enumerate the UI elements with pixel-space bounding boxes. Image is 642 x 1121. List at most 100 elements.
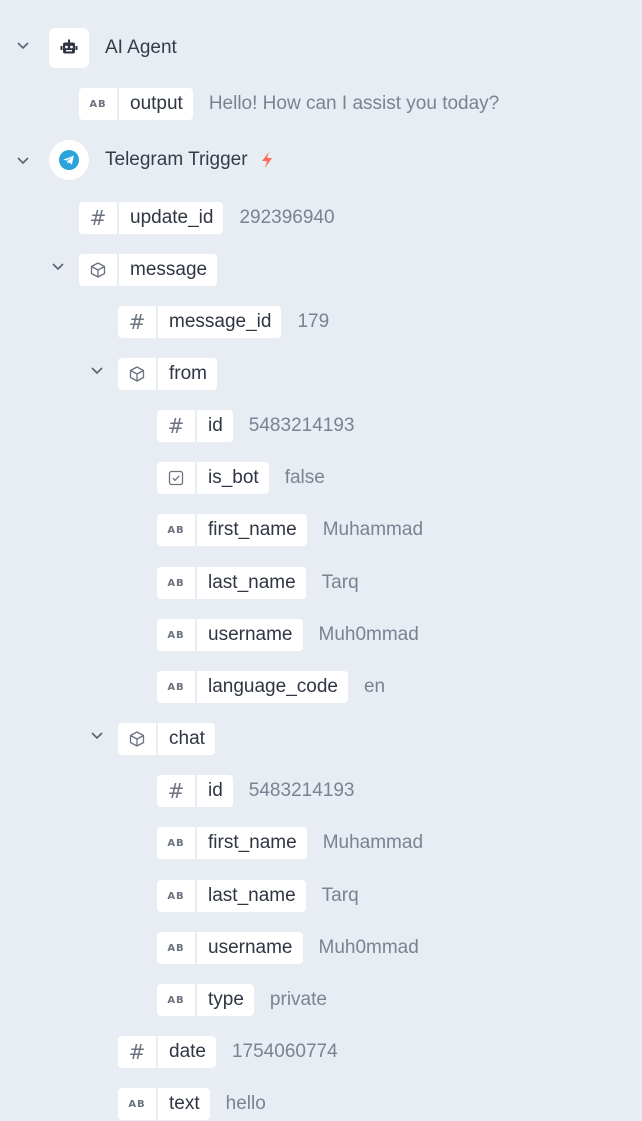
field-pill[interactable]: AB text (118, 1088, 210, 1120)
field-row: # update_id 292396940 (79, 201, 335, 235)
string-type-icon: AB (118, 1088, 158, 1120)
field-pill[interactable]: # id (157, 775, 233, 807)
number-type-icon: # (157, 775, 197, 807)
string-type-icon: AB (157, 671, 197, 703)
field-pill[interactable]: AB output (79, 88, 193, 120)
field-row: AB language_code en (157, 670, 385, 704)
field-pill[interactable]: # date (118, 1036, 216, 1068)
node-telegram-trigger[interactable]: Telegram Trigger (49, 140, 274, 180)
field-row: from (118, 357, 217, 391)
string-type-icon: AB (157, 619, 197, 651)
field-name: update_id (130, 207, 214, 228)
field-row: chat (118, 722, 215, 756)
chevron-down-icon[interactable] (88, 726, 106, 744)
cube-icon (118, 358, 158, 390)
field-name: chat (169, 728, 205, 749)
field-value: 5483214193 (248, 415, 355, 436)
field-name: last_name (208, 885, 296, 906)
field-value: private (269, 989, 327, 1010)
field-value: en (363, 676, 386, 697)
field-name: first_name (208, 832, 297, 853)
string-type-icon: AB (157, 932, 197, 964)
field-pill[interactable]: AB first_name (157, 827, 307, 859)
field-row: message (79, 253, 218, 287)
checkbox-icon (157, 462, 197, 494)
number-type-icon: # (79, 202, 119, 234)
field-value: Hello! How can I assist you today? (208, 93, 500, 114)
field-row: AB first_name Muhammad (157, 826, 423, 860)
lightning-bolt-icon (260, 151, 274, 169)
field-value: false (284, 467, 325, 488)
field-name: type (208, 989, 244, 1010)
field-row: AB last_name Tarq (157, 566, 359, 600)
field-pill[interactable]: AB username (157, 619, 303, 651)
string-type-icon: AB (157, 880, 197, 912)
field-value: hello (225, 1093, 266, 1114)
field-name: id (208, 780, 223, 801)
field-name: message (130, 259, 208, 280)
field-row: # message_id 179 (118, 305, 329, 339)
field-row: # id 5483214193 (157, 409, 354, 443)
field-row: AB first_name Muhammad (157, 513, 423, 547)
field-pill[interactable]: # id (157, 410, 233, 442)
field-row: AB username Muh0mmad (157, 931, 419, 965)
field-pill[interactable]: AB username (157, 932, 303, 964)
telegram-icon (49, 140, 89, 180)
field-name: is_bot (208, 467, 259, 488)
node-label: Telegram Trigger (105, 149, 248, 170)
field-value: 1754060774 (231, 1041, 338, 1062)
field-pill[interactable]: AB language_code (157, 671, 348, 703)
chevron-down-icon[interactable] (49, 257, 67, 275)
field-row: AB type private (157, 983, 327, 1017)
field-name: id (208, 415, 223, 436)
field-name: username (208, 937, 293, 958)
number-type-icon: # (118, 1036, 158, 1068)
field-value: Muhammad (322, 519, 424, 540)
field-value: 179 (297, 311, 330, 332)
field-pill[interactable]: # message_id (118, 306, 282, 338)
robot-icon (49, 28, 89, 68)
field-pill[interactable]: from (118, 358, 217, 390)
string-type-icon: AB (157, 984, 197, 1016)
field-row: is_bot false (157, 461, 325, 495)
field-name: last_name (208, 572, 296, 593)
number-type-icon: # (118, 306, 158, 338)
field-pill[interactable]: chat (118, 723, 215, 755)
field-name: language_code (208, 676, 338, 697)
field-name: date (169, 1041, 206, 1062)
node-label: AI Agent (105, 37, 177, 58)
chevron-down-icon[interactable] (14, 151, 32, 169)
field-name: output (130, 93, 183, 114)
chevron-down-icon[interactable] (88, 361, 106, 379)
field-name: from (169, 363, 207, 384)
field-row: # date 1754060774 (118, 1035, 338, 1069)
string-type-icon: AB (157, 567, 197, 599)
field-row: AB output Hello! How can I assist you to… (79, 87, 499, 121)
field-pill[interactable]: AB first_name (157, 514, 307, 546)
string-type-icon: AB (157, 514, 197, 546)
field-value: 292396940 (239, 207, 335, 228)
node-ai-agent[interactable]: AI Agent (49, 28, 177, 68)
field-name: text (169, 1093, 200, 1114)
field-row: # id 5483214193 (157, 774, 354, 808)
field-pill[interactable]: # update_id (79, 202, 224, 234)
cube-icon (79, 254, 119, 286)
number-type-icon: # (157, 410, 197, 442)
field-pill[interactable]: AB last_name (157, 880, 306, 912)
field-value: Muh0mmad (318, 624, 419, 645)
cube-icon (118, 723, 158, 755)
chevron-down-icon[interactable] (14, 36, 32, 54)
field-value: Muhammad (322, 832, 424, 853)
field-pill[interactable]: is_bot (157, 462, 269, 494)
string-type-icon: AB (157, 827, 197, 859)
field-value: 5483214193 (248, 780, 355, 801)
field-value: Tarq (321, 572, 359, 593)
field-pill[interactable]: AB last_name (157, 567, 306, 599)
field-name: first_name (208, 519, 297, 540)
field-value: Muh0mmad (318, 937, 419, 958)
string-type-icon: AB (79, 88, 119, 120)
field-pill[interactable]: AB type (157, 984, 254, 1016)
field-value: Tarq (321, 885, 359, 906)
field-pill[interactable]: message (79, 254, 218, 286)
field-row: AB last_name Tarq (157, 879, 359, 913)
